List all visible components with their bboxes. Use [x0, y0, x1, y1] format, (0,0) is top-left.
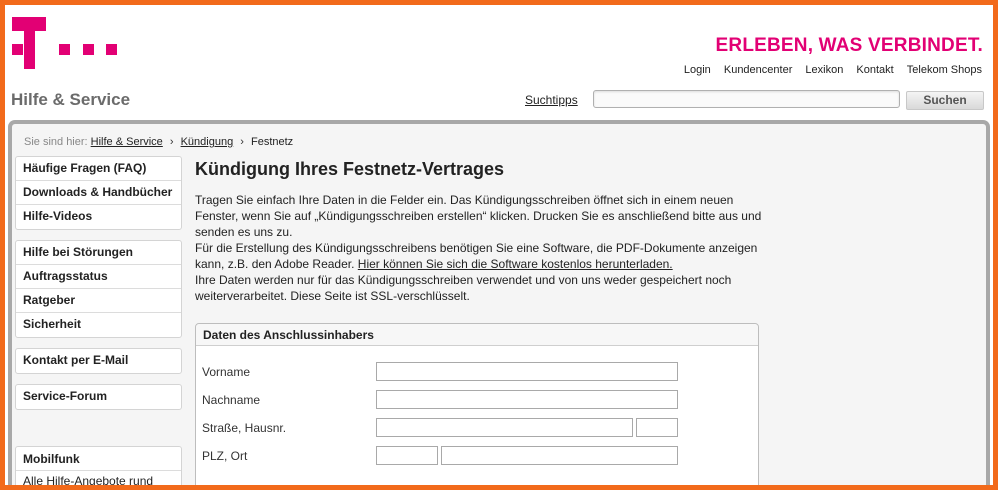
sidebar-item-sicherheit[interactable]: Sicherheit	[16, 313, 181, 337]
sidebar-item-email[interactable]: Kontakt per E-Mail	[16, 349, 181, 373]
label-strasse: Straße, Hausnr.	[202, 421, 287, 435]
strasse-field[interactable]	[376, 418, 633, 437]
page-title: Kündigung Ihres Festnetz-Vertrages	[195, 159, 505, 179]
sidebar-group-forum: Service-Forum	[15, 384, 182, 410]
label-plz-ort: PLZ, Ort	[202, 449, 248, 463]
sidebar-group-help: Häufige Fragen (FAQ) Downloads & Handbüc…	[15, 156, 182, 230]
logo-t-stem	[24, 17, 35, 69]
hausnr-field[interactable]	[636, 418, 678, 437]
sidebar-box-text: Alle Hilfe-Angebote rund	[23, 474, 154, 488]
download-software-link[interactable]: Hier können Sie sich die Software kosten…	[358, 257, 673, 271]
sidebar-item-downloads[interactable]: Downloads & Handbücher	[16, 181, 181, 205]
section-title: Hilfe & Service	[11, 90, 131, 109]
link-kundencenter[interactable]: Kundencenter	[724, 64, 793, 76]
breadcrumb-item-hilfe[interactable]: Hilfe & Service	[91, 136, 163, 148]
sidebar-item-videos[interactable]: Hilfe-Videos	[16, 205, 181, 229]
breadcrumb-item-festnetz: Festnetz	[251, 136, 294, 148]
sidebar: Häufige Fragen (FAQ) Downloads & Handbüc…	[15, 156, 182, 420]
suchtipps-link[interactable]: Suchtipps	[525, 93, 578, 107]
search-button[interactable]: Suchen	[906, 91, 984, 110]
plz-field[interactable]	[376, 446, 438, 465]
form-title: Daten des Anschlussinhabers	[196, 324, 758, 346]
telekom-logo[interactable]	[12, 17, 120, 75]
label-nachname: Nachname	[202, 393, 261, 407]
main-panel: Sie sind hier: Hilfe & Service › Kündigu…	[8, 120, 990, 488]
sidebar-item-ratgeber[interactable]: Ratgeber	[16, 289, 181, 313]
vorname-field[interactable]	[376, 362, 678, 381]
form-anschlussinhaber: Daten des Anschlussinhabers Vorname Nach…	[195, 323, 759, 485]
intro-paragraph-3: Ihre Daten werden nur für das Kündigungs…	[195, 273, 732, 303]
breadcrumb: Sie sind hier: Hilfe & Service › Kündigu…	[24, 136, 293, 148]
sidebar-item-stoerungen[interactable]: Hilfe bei Störungen	[16, 241, 181, 265]
intro-paragraph-1: Tragen Sie einfach Ihre Daten in die Fel…	[195, 193, 762, 239]
page-frame: ERLEBEN, WAS VERBINDET. Login Kundencent…	[0, 0, 998, 490]
logo-dot-3	[83, 44, 94, 55]
sidebar-item-forum[interactable]: Service-Forum	[16, 385, 181, 409]
breadcrumb-item-kuendigung[interactable]: Kündigung	[181, 136, 234, 148]
intro-paragraph-2: Für die Erstellung des Kündigungsschreib…	[195, 240, 765, 272]
breadcrumb-separator-icon: ›	[169, 136, 174, 148]
ort-field[interactable]	[441, 446, 678, 465]
label-vorname: Vorname	[202, 365, 251, 379]
breadcrumb-prefix: Sie sind hier:	[24, 136, 88, 148]
sidebar-item-faq[interactable]: Häufige Fragen (FAQ)	[16, 157, 181, 181]
link-telekom-shops[interactable]: Telekom Shops	[907, 64, 982, 76]
intro-text: Tragen Sie einfach Ihre Daten in die Fel…	[195, 192, 765, 304]
breadcrumb-separator-icon: ›	[240, 136, 244, 148]
sidebar-group-support: Hilfe bei Störungen Auftragsstatus Ratge…	[15, 240, 182, 338]
logo-dot-2	[59, 44, 70, 55]
sidebar-item-auftragsstatus[interactable]: Auftragsstatus	[16, 265, 181, 289]
top-links: Login Kundencenter Lexikon Kontakt Telek…	[674, 64, 982, 76]
link-login[interactable]: Login	[684, 64, 711, 76]
link-lexikon[interactable]: Lexikon	[805, 64, 843, 76]
link-kontakt[interactable]: Kontakt	[856, 64, 893, 76]
search-input[interactable]	[593, 90, 900, 108]
sidebar-box-mobilfunk: Mobilfunk Alle Hilfe-Angebote rund	[15, 446, 182, 488]
slogan: ERLEBEN, WAS VERBINDET.	[715, 35, 983, 56]
sidebar-box-title[interactable]: Mobilfunk	[16, 447, 181, 471]
sidebar-group-contact: Kontakt per E-Mail	[15, 348, 182, 374]
logo-dot-4	[106, 44, 117, 55]
nachname-field[interactable]	[376, 390, 678, 409]
main-content: Kündigung Ihres Festnetz-Vertrages Trage…	[195, 159, 765, 485]
logo-dot-1	[12, 44, 23, 55]
